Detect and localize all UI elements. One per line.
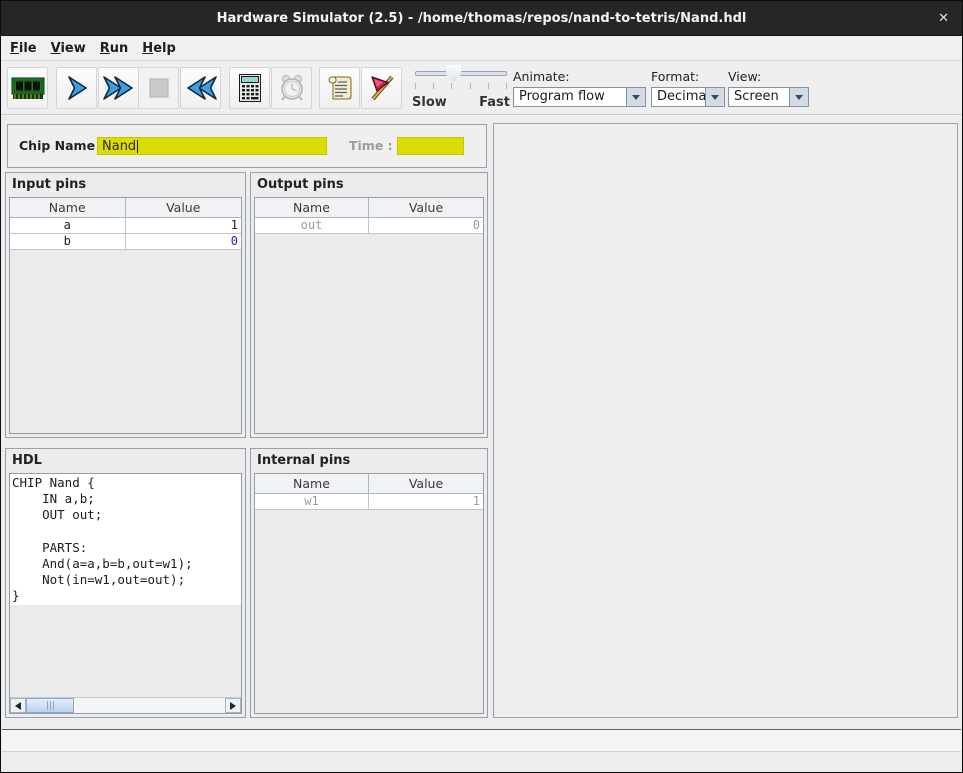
status-bar xyxy=(2,729,961,752)
pin-name: a xyxy=(10,218,126,233)
menu-run[interactable]: Run xyxy=(100,41,129,56)
animate-value: Program flow xyxy=(514,88,626,106)
stop-button[interactable] xyxy=(138,67,179,109)
time-label: Time : xyxy=(349,138,393,153)
screen-view-panel xyxy=(493,123,958,718)
breakpoints-button[interactable] xyxy=(361,67,402,109)
animate-label: Animate: xyxy=(513,69,646,84)
hdl-panel: HDL CHIP Nand { IN a,b; OUT out; PARTS: … xyxy=(5,448,246,718)
scrollbar-thumb[interactable] xyxy=(26,698,74,713)
reset-button[interactable] xyxy=(180,67,221,109)
view-select[interactable]: Screen xyxy=(728,87,809,107)
format-select[interactable]: Decimal xyxy=(651,87,725,107)
hdl-title: HDL xyxy=(6,449,245,472)
hdl-code: CHIP Nand { IN a,b; OUT out; PARTS: And(… xyxy=(10,474,241,605)
menu-file[interactable]: File xyxy=(10,41,37,56)
chip-name-label: Chip Name : xyxy=(19,138,104,153)
text-cursor xyxy=(137,140,138,153)
hdl-horizontal-scrollbar xyxy=(10,697,241,713)
window-title: Hardware Simulator (2.5) - /home/thomas/… xyxy=(1,1,962,36)
input-pins-title: Input pins xyxy=(6,173,245,196)
scrollbar-track[interactable] xyxy=(26,698,225,713)
triangle-right-icon xyxy=(230,702,236,710)
scroll-icon xyxy=(326,74,354,102)
format-label: Format: xyxy=(651,69,725,84)
scroll-left-button[interactable] xyxy=(10,698,26,713)
menu-view[interactable]: View xyxy=(51,41,86,56)
pin-name: out xyxy=(255,218,369,233)
chip-name-bar: Chip Name : Nand Time : xyxy=(7,124,487,168)
alarm-clock-icon xyxy=(278,74,306,102)
input-pins-panel: Input pins Name Value a 1 b 0 xyxy=(5,172,246,438)
pin-value[interactable]: 1 xyxy=(126,218,242,233)
view-value: Screen xyxy=(729,88,789,106)
pin-name: b xyxy=(10,234,126,249)
speed-slider-track[interactable] xyxy=(415,71,507,76)
input-pins-table: Name Value a 1 b 0 xyxy=(9,197,242,434)
view-group: View: Screen xyxy=(728,69,809,107)
internal-pins-title: Internal pins xyxy=(251,449,487,472)
view-script-button[interactable] xyxy=(319,67,360,109)
menu-bar: File View Run Help xyxy=(1,37,962,61)
menu-help[interactable]: Help xyxy=(142,41,175,56)
table-header: Name Value xyxy=(255,198,483,218)
table-header: Name Value xyxy=(255,474,483,494)
slider-fast-label: Fast xyxy=(479,95,510,110)
output-pins-panel: Output pins Name Value out 0 xyxy=(250,172,488,438)
memory-chip-icon xyxy=(11,75,45,101)
slider-ticks xyxy=(415,83,507,89)
pin-value[interactable]: 0 xyxy=(126,234,242,249)
speed-slider-group: Slow Fast xyxy=(409,62,511,115)
step-forward-icon xyxy=(65,75,89,101)
hdl-viewer: CHIP Nand { IN a,b; OUT out; PARTS: And(… xyxy=(9,473,242,714)
animate-dropdown-button[interactable] xyxy=(626,88,645,106)
format-value: Decimal xyxy=(652,88,705,106)
triangle-left-icon xyxy=(15,702,21,710)
pin-name: w1 xyxy=(255,494,369,509)
clock-button[interactable] xyxy=(271,67,312,109)
table-row: out 0 xyxy=(255,218,483,234)
format-dropdown-button[interactable] xyxy=(705,88,724,106)
view-label: View: xyxy=(728,69,809,84)
format-group: Format: Decimal xyxy=(651,69,725,107)
animate-select[interactable]: Program flow xyxy=(513,87,646,107)
chevron-down-icon xyxy=(632,95,640,100)
rewind-icon xyxy=(184,75,218,101)
fast-forward-icon xyxy=(102,75,136,101)
pin-value: 0 xyxy=(369,218,483,233)
grip-icon xyxy=(50,701,51,710)
output-pins-title: Output pins xyxy=(251,173,487,196)
chevron-down-icon xyxy=(795,95,803,100)
single-step-button[interactable] xyxy=(56,67,97,109)
toolbar: Slow Fast Animate: Program flow Format: … xyxy=(1,62,962,115)
chip-name-input[interactable]: Nand xyxy=(97,137,327,155)
time-field[interactable] xyxy=(397,137,464,155)
pin-value: 1 xyxy=(369,494,483,509)
table-row: a 1 xyxy=(10,218,241,234)
view-dropdown-button[interactable] xyxy=(789,88,808,106)
speed-slider-thumb[interactable] xyxy=(446,65,461,82)
flag-pen-icon xyxy=(368,74,396,102)
table-row: w1 1 xyxy=(255,494,483,510)
titlebar[interactable]: Hardware Simulator (2.5) - /home/thomas/… xyxy=(1,1,962,36)
output-pins-table: Name Value out 0 xyxy=(254,197,484,434)
chevron-down-icon xyxy=(711,95,719,100)
stop-square-icon xyxy=(149,78,169,98)
run-button[interactable] xyxy=(98,67,139,109)
slider-slow-label: Slow xyxy=(412,95,447,110)
table-header: Name Value xyxy=(10,198,241,218)
scroll-right-button[interactable] xyxy=(225,698,241,713)
load-chip-button[interactable] xyxy=(7,67,48,109)
calculator-icon xyxy=(238,73,262,103)
internal-pins-panel: Internal pins Name Value w1 1 xyxy=(250,448,488,718)
hardware-simulator-window: Hardware Simulator (2.5) - /home/thomas/… xyxy=(0,0,963,773)
close-icon[interactable]: ✕ xyxy=(938,1,949,36)
evaluate-button[interactable] xyxy=(229,67,270,109)
table-row: b 0 xyxy=(10,234,241,250)
internal-pins-table: Name Value w1 1 xyxy=(254,473,484,714)
animate-group: Animate: Program flow xyxy=(513,69,646,107)
